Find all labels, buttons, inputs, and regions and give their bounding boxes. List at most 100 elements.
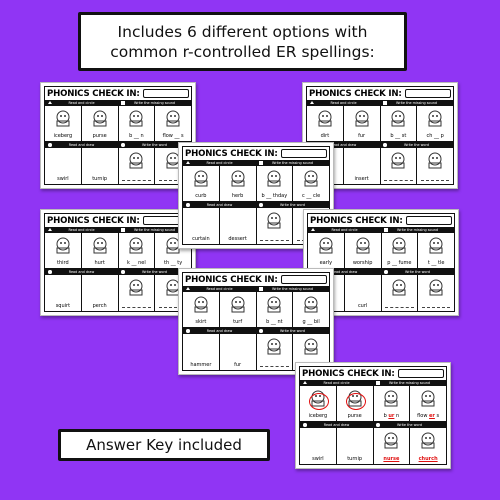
write-line — [384, 180, 413, 181]
cell-row: early worship p __ fume t __ tle — [308, 233, 454, 269]
cell-word: skirt — [195, 319, 207, 325]
worksheet-cell: b __ st — [380, 106, 418, 142]
worksheet-title: PHONICS CHECK IN: — [185, 148, 278, 159]
answer-word: flow er s — [417, 413, 439, 419]
worksheet-title-row: PHONICS CHECK IN: — [183, 273, 329, 286]
heart-icon — [303, 423, 307, 427]
worksheet-cell: b __ thday — [256, 166, 294, 202]
cell-word: swirl — [57, 176, 69, 182]
worksheet-cell: church — [410, 428, 446, 464]
picture-picture-icon — [267, 338, 281, 355]
worksheet-cell: c __ cle — [293, 166, 329, 202]
cell-row: swirl turnip nurse church — [300, 428, 446, 464]
cell-word: g __ bil — [302, 319, 320, 325]
circle-icon — [384, 270, 388, 274]
burn-picture-icon — [384, 390, 398, 407]
worksheet-title: PHONICS CHECK IN: — [309, 88, 402, 99]
gbil-picture-icon — [304, 296, 318, 313]
write-line — [260, 366, 289, 367]
square-icon — [259, 161, 263, 165]
circle-icon — [376, 423, 380, 427]
worksheet-cell: swirl — [45, 148, 82, 184]
write-line — [385, 307, 414, 308]
worksheet-frame: PHONICS CHECK IN: Read and circle Write th… — [44, 86, 192, 185]
worksheet-frame: PHONICS CHECK IN: Read and circle Write th… — [182, 272, 330, 371]
worksheet-title: PHONICS CHECK IN: — [302, 368, 395, 379]
picture-picture-icon — [391, 152, 405, 169]
cell-word: turnip — [92, 176, 108, 182]
write-line — [260, 240, 289, 241]
worksheet-title: PHONICS CHECK IN: — [185, 274, 278, 285]
cell-row: swirl turnip — [45, 148, 191, 184]
worksheet-title-row: PHONICS CHECK IN: — [45, 87, 191, 100]
circle-icon — [121, 270, 125, 274]
write-line — [421, 307, 451, 308]
cell-row: dirt fur b __ st ch __ p — [307, 106, 453, 142]
write-line — [122, 180, 151, 181]
worksheet-cell: ch __ p — [417, 106, 453, 142]
worksheet-cell — [119, 275, 156, 311]
worksheet-cell: purse — [81, 106, 119, 142]
cell-word: early — [319, 260, 333, 266]
worksheet-cell: iceberg — [300, 386, 337, 422]
triangle-icon — [311, 228, 315, 232]
worksheet-cell: k __ nel — [118, 233, 156, 269]
square-icon — [384, 228, 388, 232]
name-box — [404, 89, 451, 98]
name-box — [397, 369, 444, 378]
square-icon — [121, 101, 125, 105]
nurse-picture-icon — [384, 432, 398, 449]
knel-picture-icon — [129, 237, 143, 254]
worksheet-title: PHONICS CHECK IN: — [47, 88, 140, 99]
cell-word: c __ cle — [302, 193, 321, 199]
picture-picture-icon — [129, 152, 143, 169]
triangle-icon — [48, 228, 52, 232]
cell-word: b __ thday — [261, 193, 288, 199]
cell-word: turnip — [347, 456, 363, 462]
write-line — [420, 180, 450, 181]
name-box — [142, 89, 189, 98]
circle-icon — [121, 143, 125, 147]
cell-row: skirt turf b __ nt g __ bil — [183, 292, 329, 328]
circle-icon — [259, 203, 263, 207]
answer-word: nurse — [383, 456, 400, 462]
cell-word: b __ n — [129, 133, 144, 139]
triangle-icon — [303, 381, 307, 385]
worksheet-title: PHONICS CHECK IN: — [47, 215, 140, 226]
worksheet-cell: hammer — [183, 334, 220, 370]
heart-icon — [48, 143, 52, 147]
cell-row: third hurt k __ nel th __ ty — [45, 233, 191, 269]
worksheet-cell — [381, 148, 418, 184]
worksheet-cell: b __ n — [118, 106, 156, 142]
purse-picture-icon — [93, 110, 107, 127]
name-box — [280, 275, 327, 284]
cell-word: flow __ s — [162, 133, 184, 139]
bthday-picture-icon — [267, 170, 281, 187]
worksheet-cell — [382, 275, 419, 311]
worksheet-cell: fur — [343, 106, 381, 142]
name-box — [405, 216, 452, 225]
worksheet-cell: curl — [345, 275, 382, 311]
worksheet-title: PHONICS CHECK IN: — [310, 215, 403, 226]
triangle-icon — [186, 161, 190, 165]
worksheet-cell: curtain — [183, 208, 220, 244]
cell-word: curtain — [192, 236, 210, 242]
answer-key-banner: Answer Key included — [58, 429, 270, 461]
header-line-1: Includes 6 different options with — [117, 22, 368, 41]
turf-picture-icon — [231, 296, 245, 313]
cell-word: purse — [347, 413, 362, 419]
iceberg-picture-icon — [56, 110, 70, 127]
cell-word: b __ st — [390, 133, 407, 139]
curb-picture-icon — [194, 170, 208, 187]
worksheet-cell: turnip — [337, 428, 374, 464]
circle-icon — [259, 329, 263, 333]
cell-word: purse — [92, 133, 107, 139]
cell-word: fur — [234, 362, 242, 368]
circle-icon — [383, 143, 387, 147]
cell-word: worship — [352, 260, 373, 266]
worksheet-frame: PHONICS CHECK IN: Read and circle Write th… — [44, 213, 192, 312]
worksheet-cell: flow er s — [410, 386, 446, 422]
cell-word: third — [57, 260, 69, 266]
worksheet-cell: swirl — [300, 428, 337, 464]
square-icon — [383, 101, 387, 105]
